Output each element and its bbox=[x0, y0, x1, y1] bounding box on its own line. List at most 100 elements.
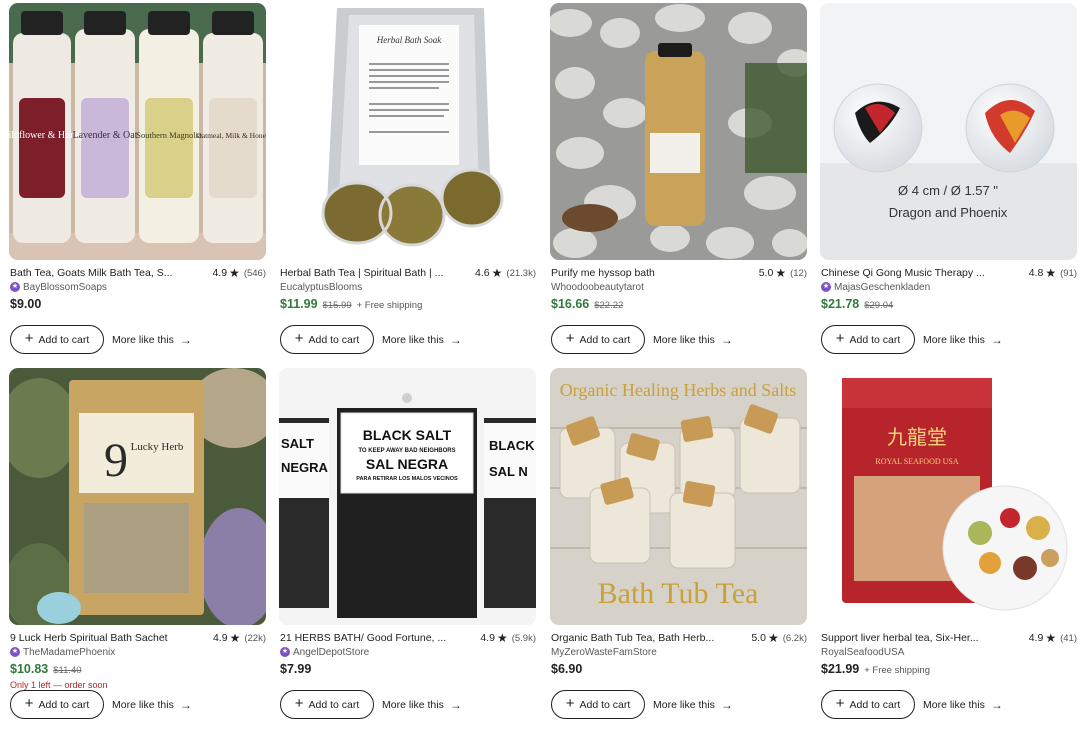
shop-name[interactable]: RoyalSeafoodUSA bbox=[821, 647, 904, 658]
listing-title-row: Organic Bath Tub Tea, Bath Herb... 5.0 ★… bbox=[551, 630, 807, 646]
star-icon: ★ bbox=[775, 266, 787, 280]
more-like-this-label: More like this bbox=[382, 333, 444, 346]
listing-title[interactable]: Bath Tea, Goats Milk Bath Tea, S... bbox=[10, 267, 212, 279]
star-seller-badge-icon: ★ bbox=[10, 647, 20, 657]
listing-image[interactable]: SALT NEGRA BLACK SALT TO KEEP AWAY BAD N… bbox=[279, 368, 536, 625]
image-label: PARA RETIRAR LOS MALOS VECINOS bbox=[356, 476, 458, 482]
listing-actions: + Add to cart More like this → bbox=[10, 690, 192, 719]
image-label: Oatmeal, Milk & Honey bbox=[196, 131, 266, 140]
listing-actions: + Add to cart More like this → bbox=[280, 690, 462, 719]
more-like-this-label: More like this bbox=[112, 698, 174, 711]
listing-title[interactable]: Organic Bath Tub Tea, Bath Herb... bbox=[551, 632, 751, 644]
image-label: Bath Tub Tea bbox=[598, 577, 759, 610]
review-count: (5.9k) bbox=[511, 632, 536, 644]
listing-title[interactable]: Purify me hyssop bath bbox=[551, 267, 759, 279]
price-row: $10.83 $11.40 bbox=[10, 662, 82, 676]
more-like-this-link[interactable]: More like this → bbox=[112, 698, 192, 712]
add-to-cart-button[interactable]: + Add to cart bbox=[821, 690, 915, 719]
listing-image[interactable]: Herbal Bath Soak bbox=[279, 3, 536, 260]
image-label: BLACK bbox=[489, 438, 535, 453]
more-like-this-link[interactable]: More like this → bbox=[112, 333, 192, 347]
add-to-cart-button[interactable]: + Add to cart bbox=[821, 325, 915, 354]
listing-image[interactable]: 9 Lucky Herb bbox=[9, 368, 266, 625]
listing-actions: + Add to cart More like this → bbox=[551, 690, 733, 719]
listing-title[interactable]: Herbal Bath Tea | Spiritual Bath | ... bbox=[280, 267, 475, 279]
image-label: Dragon and Phoenix bbox=[889, 205, 1008, 220]
price: $21.99 bbox=[821, 662, 860, 676]
add-to-cart-button[interactable]: + Add to cart bbox=[280, 690, 374, 719]
image-label: TO KEEP AWAY BAD NEIGHBORS bbox=[358, 448, 455, 454]
shop-name[interactable]: TheMadamePhoenix bbox=[23, 647, 115, 658]
listing-image-graphic bbox=[550, 3, 807, 260]
listing-card[interactable]: Organic Healing Herbs and Salts Bath Tub… bbox=[550, 368, 807, 719]
listing-image[interactable]: Organic Healing Herbs and Salts Bath Tub… bbox=[550, 368, 807, 625]
shop-name[interactable]: BayBlossomSoaps bbox=[23, 282, 107, 293]
add-to-cart-button[interactable]: + Add to cart bbox=[10, 690, 104, 719]
free-shipping-label: + Free shipping bbox=[356, 300, 423, 311]
listing-image[interactable]: Ø 4 cm / Ø 1.57 " Dragon and Phoenix bbox=[820, 3, 1077, 260]
shop-name[interactable]: AngelDepotStore bbox=[293, 647, 369, 658]
rating-value: 5.0 bbox=[751, 632, 766, 644]
listing-image[interactable]: 九龍堂 ROYAL SEAFOOD USA bbox=[820, 368, 1077, 625]
more-like-this-link[interactable]: More like this → bbox=[382, 333, 462, 347]
listing-rating: 4.9 ★ (22k) bbox=[213, 632, 266, 644]
image-label: NEGRA bbox=[281, 460, 329, 475]
plus-icon: + bbox=[24, 330, 34, 347]
more-like-this-label: More like this bbox=[653, 698, 715, 711]
listing-title[interactable]: Support liver herbal tea, Six-Her... bbox=[821, 632, 1029, 644]
image-label: Herbal Bath Soak bbox=[376, 35, 442, 45]
listing-card[interactable]: Wildflower & Honey Lavender & Oat Southe… bbox=[9, 3, 266, 354]
add-to-cart-button[interactable]: + Add to cart bbox=[280, 325, 374, 354]
sale-price: $10.83 bbox=[10, 662, 49, 676]
more-like-this-link[interactable]: More like this → bbox=[382, 698, 462, 712]
listing-actions: + Add to cart More like this → bbox=[821, 325, 1003, 354]
listing-actions: + Add to cart More like this → bbox=[821, 690, 1003, 719]
listing-card[interactable]: 九龍堂 ROYAL SEAFOOD USA Support liver herb… bbox=[820, 368, 1077, 719]
listing-image[interactable]: Wildflower & Honey Lavender & Oat Southe… bbox=[9, 3, 266, 260]
listing-title[interactable]: 21 HERBS BATH/ Good Fortune, ... bbox=[280, 632, 480, 644]
star-icon: ★ bbox=[767, 631, 779, 645]
listing-image-graphic: SALT NEGRA BLACK SALT TO KEEP AWAY BAD N… bbox=[279, 368, 536, 625]
review-count: (22k) bbox=[244, 632, 266, 644]
shop-name[interactable]: MyZeroWasteFamStore bbox=[551, 647, 657, 658]
review-count: (21.3k) bbox=[506, 267, 536, 279]
listing-title[interactable]: Chinese Qi Gong Music Therapy ... bbox=[821, 267, 1029, 279]
listing-rating: 4.8 ★ (91) bbox=[1029, 267, 1077, 279]
add-to-cart-label: Add to cart bbox=[308, 333, 360, 346]
add-to-cart-button[interactable]: + Add to cart bbox=[551, 325, 645, 354]
add-to-cart-label: Add to cart bbox=[579, 698, 631, 711]
listing-actions: + Add to cart More like this → bbox=[10, 325, 192, 354]
review-count: (91) bbox=[1060, 267, 1077, 279]
listing-actions: + Add to cart More like this → bbox=[551, 325, 733, 354]
arrow-right-icon: → bbox=[720, 332, 733, 347]
more-like-this-link[interactable]: More like this → bbox=[923, 333, 1003, 347]
image-label: SAL NEGRA bbox=[366, 456, 448, 472]
more-like-this-link[interactable]: More like this → bbox=[923, 698, 1003, 712]
low-stock-notice: Only 1 left — order soon bbox=[10, 680, 108, 690]
more-like-this-link[interactable]: More like this → bbox=[653, 333, 733, 347]
shop-row: ★ TheMadamePhoenix bbox=[10, 645, 115, 659]
listing-title[interactable]: 9 Luck Herb Spiritual Bath Sachet bbox=[10, 632, 213, 644]
listing-image[interactable] bbox=[550, 3, 807, 260]
shop-name[interactable]: Whoodoobeautytarot bbox=[551, 282, 644, 293]
shop-row: RoyalSeafoodUSA bbox=[821, 645, 904, 659]
plus-icon: + bbox=[835, 330, 845, 347]
price-row: $11.99 $15.99 + Free shipping bbox=[280, 297, 422, 311]
more-like-this-link[interactable]: More like this → bbox=[653, 698, 733, 712]
shop-name[interactable]: MajasGeschenkladen bbox=[834, 282, 930, 293]
sale-price: $11.99 bbox=[280, 297, 318, 311]
listing-rating: 4.9 ★ (546) bbox=[212, 267, 266, 279]
listing-card[interactable]: Herbal Bath Soak Herbal Bath Tea | Spiri… bbox=[279, 3, 536, 354]
listing-actions: + Add to cart More like this → bbox=[280, 325, 462, 354]
listing-card[interactable]: Purify me hyssop bath 5.0 ★ (12) Whoodoo… bbox=[550, 3, 807, 354]
listing-card[interactable]: Ø 4 cm / Ø 1.57 " Dragon and Phoenix Chi… bbox=[820, 3, 1077, 354]
add-to-cart-button[interactable]: + Add to cart bbox=[551, 690, 645, 719]
shop-name[interactable]: EucalyptusBlooms bbox=[280, 282, 362, 293]
rating-value: 4.9 bbox=[212, 267, 228, 279]
shop-row: MyZeroWasteFamStore bbox=[551, 645, 657, 659]
listing-card[interactable]: SALT NEGRA BLACK SALT TO KEEP AWAY BAD N… bbox=[279, 368, 536, 719]
add-to-cart-button[interactable]: + Add to cart bbox=[10, 325, 104, 354]
original-price: $29.04 bbox=[864, 300, 894, 311]
more-like-this-label: More like this bbox=[653, 333, 715, 346]
listing-card[interactable]: 9 Lucky Herb 9 Luck Herb Spiritual Bath … bbox=[9, 368, 266, 719]
